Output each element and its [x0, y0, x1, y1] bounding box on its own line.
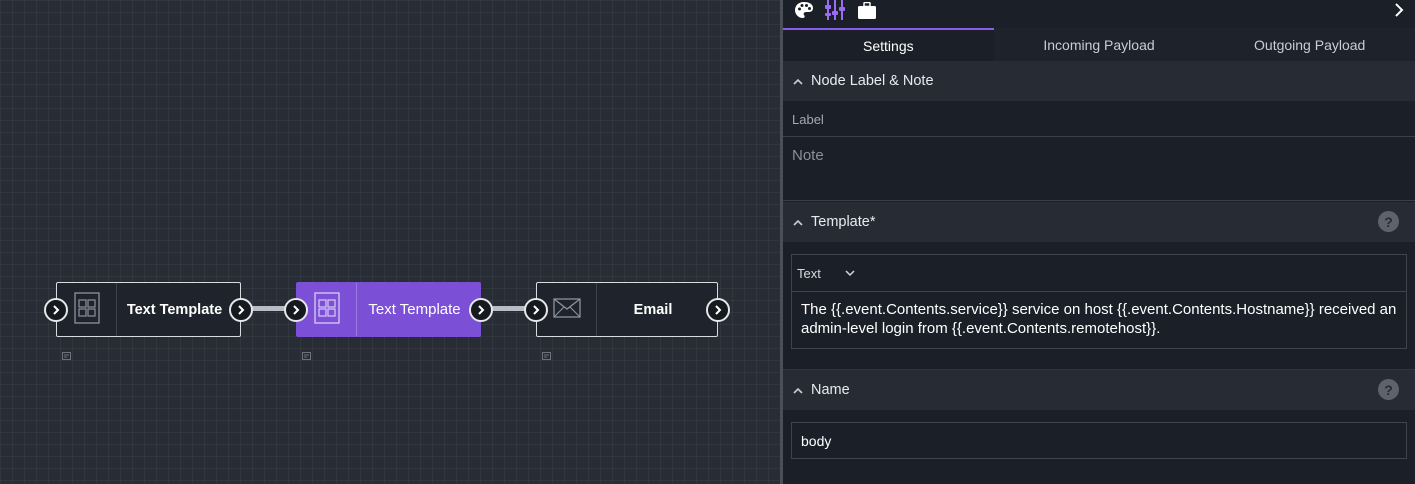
chevron-right-icon[interactable]	[1388, 0, 1410, 20]
output-port[interactable]	[469, 298, 493, 322]
note-icon[interactable]	[302, 345, 311, 360]
chevron-down-icon	[845, 269, 855, 277]
chevron-up-icon	[793, 78, 803, 85]
node-settings-panel: Settings Incoming Payload Outgoing Paylo…	[783, 0, 1415, 484]
input-port[interactable]	[524, 298, 548, 322]
template-editor: Text The {{.event.Contents.service}} ser…	[791, 254, 1407, 349]
briefcase-icon[interactable]	[856, 0, 878, 20]
grid-template-icon	[73, 291, 100, 328]
section-title: Node Label & Note	[811, 73, 934, 89]
name-input[interactable]: body	[791, 422, 1407, 459]
envelope-icon	[552, 297, 581, 322]
transform-icon[interactable]	[824, 0, 846, 20]
flow-canvas[interactable]: Text Template Text Template Email	[0, 0, 780, 484]
note-icon[interactable]	[62, 345, 71, 360]
name-section-header[interactable]: Name ?	[783, 370, 1415, 410]
help-icon[interactable]: ?	[1378, 211, 1399, 232]
node-email[interactable]: Email	[524, 282, 730, 337]
panel-tabs: Settings Incoming Payload Outgoing Paylo…	[783, 28, 1415, 62]
connector-1-2[interactable]	[251, 306, 287, 311]
node-text-template-2[interactable]: Text Template	[284, 282, 493, 337]
app-root: Text Template Text Template Email Settin…	[0, 0, 1415, 484]
node-label-section-header[interactable]: Node Label & Note	[783, 61, 1415, 101]
panel-toolbar	[783, 0, 1415, 28]
node-text-template-1[interactable]: Text Template	[44, 282, 253, 337]
chevron-up-icon	[793, 219, 803, 226]
connector-2-3[interactable]	[492, 306, 528, 311]
node-label: Email	[633, 301, 673, 318]
tab-settings[interactable]: Settings	[783, 28, 994, 61]
chevron-up-icon	[793, 387, 803, 394]
palette-icon[interactable]	[793, 0, 815, 20]
template-type-select[interactable]: Text	[792, 255, 1406, 292]
tab-outgoing-payload[interactable]: Outgoing Payload	[1204, 28, 1415, 61]
node-label: Text Template	[126, 301, 223, 318]
grid-template-icon	[313, 291, 340, 328]
label-input[interactable]: Label	[783, 101, 1415, 137]
template-section-header[interactable]: Template* ?	[783, 202, 1415, 242]
output-port[interactable]	[706, 298, 730, 322]
output-port[interactable]	[229, 298, 253, 322]
help-icon[interactable]: ?	[1378, 379, 1399, 400]
input-port[interactable]	[284, 298, 308, 322]
note-input[interactable]: Note	[783, 137, 1415, 201]
note-icon[interactable]	[542, 345, 551, 360]
section-title: Template*	[811, 214, 876, 230]
template-type-value: Text	[797, 265, 821, 281]
node-label: Text Template	[368, 301, 461, 318]
template-textarea[interactable]: The {{.event.Contents.service}} service …	[792, 292, 1406, 346]
tab-incoming-payload[interactable]: Incoming Payload	[993, 28, 1205, 61]
section-title: Name	[811, 382, 850, 398]
input-port[interactable]	[44, 298, 68, 322]
